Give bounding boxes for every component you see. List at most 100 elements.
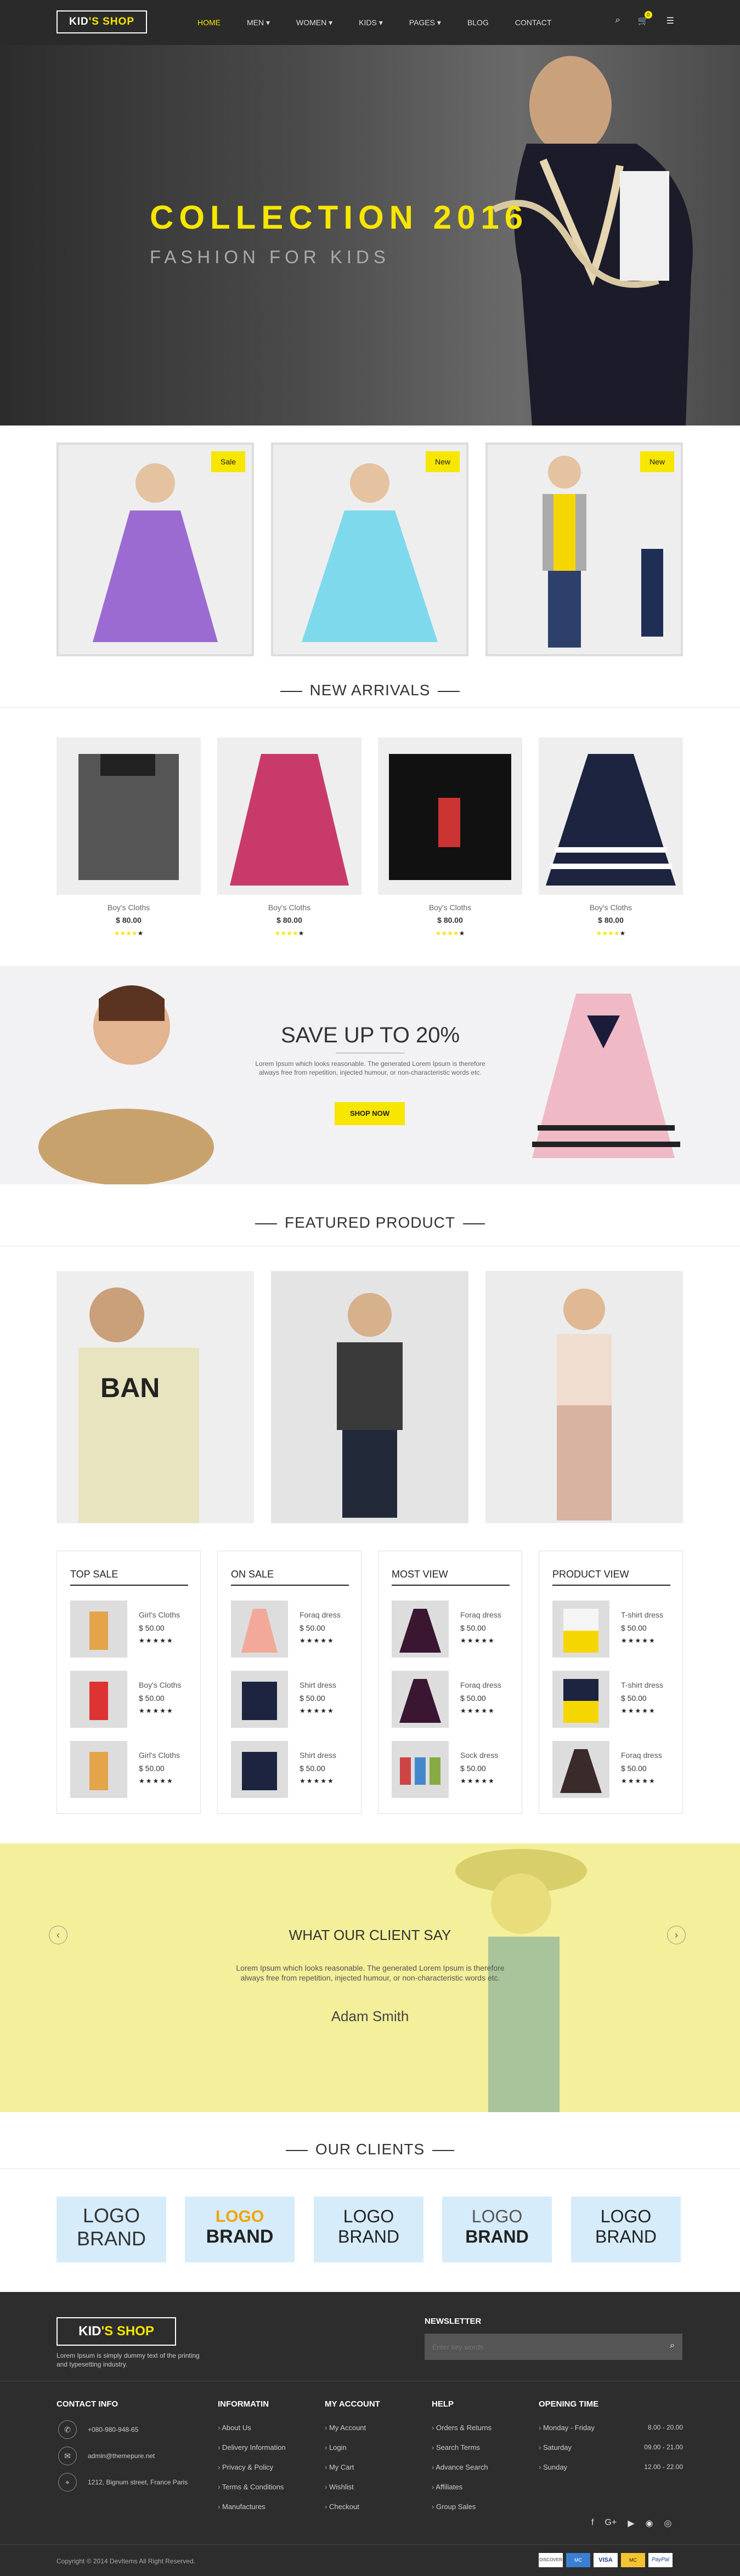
nav-home[interactable]: HOME — [197, 18, 221, 27]
testimonial-author: Adam Smith — [331, 2008, 409, 2024]
newsletter-input[interactable] — [425, 2334, 655, 2360]
product-name: Boy's Cloths — [139, 1681, 182, 1689]
instagram-icon[interactable]: ◎ — [664, 2518, 672, 2529]
list-item[interactable]: Foraq dress $ 50.00 ★★★★★ — [392, 1601, 510, 1658]
boy-blazer-image — [337, 1293, 403, 1518]
shop-now-button[interactable]: SHOP NOW — [335, 1102, 405, 1125]
nav-women[interactable]: WOMEN ▾ — [296, 18, 332, 27]
star-rating: ★★★★★ — [621, 1637, 656, 1644]
help-title: HELP — [432, 2399, 454, 2409]
list-item[interactable]: Foraq dress $ 50.00 ★★★★★ — [392, 1671, 510, 1728]
list-item[interactable]: Foraq dress $ 50.00 ★★★★★ — [552, 1741, 670, 1798]
youtube-icon[interactable]: ▶ — [628, 2518, 634, 2529]
google-plus-icon[interactable]: G+ — [605, 2518, 617, 2529]
footer-link[interactable]: My Account — [325, 2424, 366, 2432]
list-item[interactable]: Shirt dress $ 50.00 ★★★★★ — [231, 1741, 349, 1798]
promo-card-2[interactable]: New — [271, 442, 468, 656]
cart-count-badge: 0 — [644, 11, 652, 19]
nav-contact[interactable]: CONTACT — [515, 18, 552, 27]
product-thumb — [231, 1741, 288, 1798]
product-thumb — [70, 1741, 127, 1798]
product-thumb — [392, 1671, 449, 1728]
product-thumb — [70, 1601, 127, 1658]
product-price: $ 50.00 — [139, 1694, 165, 1703]
client-logo[interactable]: LOGO BRAND — [57, 2197, 166, 2262]
product-image[interactable] — [378, 737, 522, 895]
footer-link[interactable]: Delivery Information — [218, 2443, 286, 2452]
list-item[interactable]: Girl's Cloths $ 50.00 ★★★★★ — [70, 1741, 188, 1798]
testimonial-title: WHAT OUR CLIENT SAY — [289, 1927, 451, 1943]
footer-link[interactable]: Login — [325, 2443, 347, 2452]
product-name: Girl's Cloths — [139, 1610, 180, 1619]
nav-blog[interactable]: BLOG — [467, 18, 489, 27]
product-thumb — [231, 1601, 288, 1658]
list-item[interactable]: T-shirt dress $ 50.00 ★★★★★ — [552, 1671, 670, 1728]
search-icon[interactable]: ⌕ — [670, 2341, 675, 2351]
footer-link[interactable]: Group Sales — [432, 2503, 476, 2511]
featured-product-1[interactable]: BAN — [57, 1271, 254, 1523]
nav-pages[interactable]: PAGES ▾ — [409, 18, 441, 27]
list-item[interactable]: Sock dress $ 50.00 ★★★★★ — [392, 1741, 510, 1798]
star-rating: ★★★★★ — [114, 929, 144, 937]
product-price: $ 50.00 — [460, 1764, 486, 1773]
site-footer: KID'S SHOP Lorem Ipsum is simply dummy t… — [0, 2292, 740, 2576]
footer-link[interactable]: Advance Search — [432, 2463, 488, 2471]
list-item[interactable]: Shirt dress $ 50.00 ★★★★★ — [231, 1671, 349, 1728]
footer-link[interactable]: My Cart — [325, 2463, 354, 2471]
client-logo[interactable]: LOGO BRAND — [314, 2197, 423, 2262]
promo-card-3[interactable]: New — [485, 442, 683, 656]
footer-link[interactable]: Wishlist — [325, 2483, 354, 2491]
opening-hours: 09.00 - 21.00 — [644, 2443, 683, 2451]
main-nav: HOME MEN ▾ WOMEN ▾ KIDS ▾ PAGES ▾ BLOG C… — [197, 0, 551, 45]
footer-logo[interactable]: KID'S SHOP — [57, 2317, 176, 2346]
promo-card-1[interactable]: Sale — [57, 442, 254, 656]
list-item[interactable]: Foraq dress $ 50.00 ★★★★★ — [231, 1601, 349, 1658]
footer-link[interactable]: Terms & Conditions — [218, 2483, 284, 2491]
star-rating: ★★★★★ — [300, 1707, 335, 1715]
search-icon[interactable]: ⌕ — [615, 15, 620, 26]
product-image[interactable] — [539, 737, 683, 895]
header-icons: ⌕ 🛒 0 ☰ — [615, 11, 674, 26]
divider — [0, 2544, 740, 2545]
cart-icon[interactable]: 🛒 0 — [638, 11, 652, 26]
list-item[interactable]: T-shirt dress $ 50.00 ★★★★★ — [552, 1601, 670, 1658]
footer-link[interactable]: Privacy & Policy — [218, 2463, 273, 2471]
client-logo[interactable]: LOGO BRAND — [571, 2197, 681, 2262]
footer-link[interactable]: Affiliates — [432, 2483, 462, 2491]
list-item[interactable]: Girl's Cloths $ 50.00 ★★★★★ — [70, 1601, 188, 1658]
nav-men[interactable]: MEN ▾ — [247, 18, 270, 27]
blue-dress-image — [302, 463, 438, 642]
featured-product-3[interactable] — [485, 1271, 683, 1523]
contact-email[interactable]: admin@themepure.net — [88, 2452, 155, 2460]
product-name[interactable]: Boy's Cloths — [539, 903, 683, 912]
divider — [0, 707, 740, 708]
product-image[interactable] — [217, 737, 361, 895]
menu-icon[interactable]: ☰ — [666, 15, 674, 26]
product-image[interactable] — [57, 737, 201, 895]
star-rating: ★★★★★ — [274, 929, 304, 937]
featured-product-2[interactable] — [271, 1271, 468, 1523]
rss-icon[interactable]: ◉ — [646, 2518, 653, 2529]
product-name[interactable]: Boy's Cloths — [217, 903, 361, 912]
product-price: $ 50.00 — [300, 1624, 325, 1632]
facebook-icon[interactable]: f — [591, 2518, 594, 2529]
product-name: Shirt dress — [300, 1681, 336, 1689]
product-name[interactable]: Boy's Cloths — [57, 903, 201, 912]
footer-link[interactable]: Checkout — [325, 2503, 359, 2511]
site-logo[interactable]: KID'S SHOP — [57, 10, 147, 33]
account-title: MY ACCOUNT — [325, 2399, 380, 2409]
nav-kids[interactable]: KIDS ▾ — [359, 18, 383, 27]
clients-title: OUR CLIENTS — [0, 2141, 740, 2158]
product-name[interactable]: Boy's Cloths — [378, 903, 522, 912]
client-logo[interactable]: LOGO BRAND — [185, 2197, 295, 2262]
footer-link[interactable]: Orders & Returns — [432, 2424, 492, 2432]
footer-link[interactable]: About Us — [218, 2424, 251, 2432]
footer-link[interactable]: Search Terms — [432, 2443, 480, 2452]
product-price: $ 50.00 — [621, 1764, 647, 1773]
list-item[interactable]: Boy's Cloths $ 50.00 ★★★★★ — [70, 1671, 188, 1728]
contact-phone[interactable]: +080-980-948-65 — [88, 2426, 138, 2433]
client-logo[interactable]: LOGO BRAND — [442, 2197, 552, 2262]
panel-title: MOST VIEW — [392, 1569, 510, 1586]
product-price: $ 50.00 — [300, 1694, 325, 1703]
footer-link[interactable]: Manufactures — [218, 2503, 266, 2511]
